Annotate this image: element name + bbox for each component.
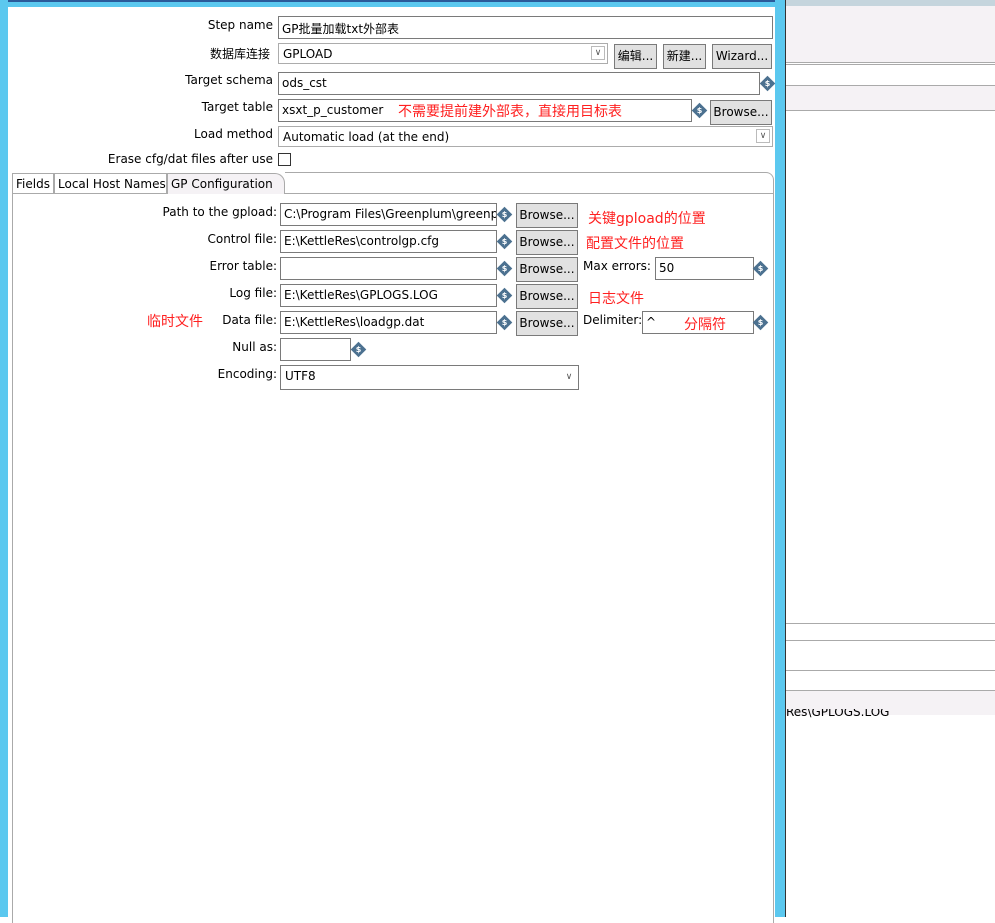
null-as-label: Null as: bbox=[232, 340, 277, 354]
divider bbox=[786, 640, 995, 641]
edit-connection-button[interactable]: 编辑... bbox=[614, 44, 657, 69]
db-connection-label: 数据库连接 bbox=[209, 47, 270, 61]
data-file-input[interactable]: E:\KettleRes\loadgp.dat bbox=[280, 311, 497, 334]
variable-icon: $ bbox=[496, 314, 513, 331]
db-connection-select[interactable]: GPLOAD ∨ bbox=[278, 43, 608, 64]
encoding-select[interactable]: UTF8 ∨ bbox=[280, 365, 579, 390]
annotation-path: 关键gpload的位置 bbox=[588, 211, 706, 227]
encoding-label: Encoding: bbox=[217, 367, 277, 381]
load-method-value: Automatic load (at the end) bbox=[283, 130, 450, 144]
erase-files-checkbox[interactable] bbox=[278, 153, 291, 166]
tab-local-host-names[interactable]: Local Host Names bbox=[54, 173, 167, 193]
browse-table-button[interactable]: Browse... bbox=[710, 100, 772, 125]
divider bbox=[786, 64, 995, 65]
encoding-value: UTF8 bbox=[285, 369, 316, 383]
target-schema-label: Target schema bbox=[185, 73, 273, 87]
target-schema-input[interactable]: ods_cst bbox=[278, 72, 760, 95]
step-name-label: Step name bbox=[207, 18, 273, 32]
divider bbox=[786, 110, 995, 111]
error-table-label: Error table: bbox=[209, 259, 278, 273]
browse-path-button[interactable]: Browse... bbox=[516, 203, 578, 228]
window-frame-right bbox=[775, 0, 785, 917]
variable-icon: $ bbox=[350, 341, 367, 358]
tab-gp-configuration[interactable]: GP Configuration bbox=[167, 173, 285, 194]
null-as-input[interactable] bbox=[280, 338, 351, 361]
variable-icon: $ bbox=[759, 75, 776, 92]
variable-icon: $ bbox=[496, 233, 513, 250]
tab-strip-border bbox=[285, 172, 774, 193]
erase-files-label: Erase cfg/dat files after use bbox=[107, 152, 273, 166]
annotation-delimiter: 分隔符 bbox=[684, 317, 726, 333]
variable-icon: $ bbox=[752, 260, 769, 277]
variable-icon: $ bbox=[752, 314, 769, 331]
variable-icon: $ bbox=[496, 206, 513, 223]
browse-control-button[interactable]: Browse... bbox=[516, 230, 578, 255]
path-label: Path to the gpload: bbox=[162, 205, 277, 219]
variable-icon: $ bbox=[691, 102, 708, 119]
path-input[interactable]: C:\Program Files\Greenplum\greenp bbox=[280, 203, 497, 226]
wizard-button[interactable]: Wizard... bbox=[712, 44, 772, 69]
browse-error-button[interactable]: Browse... bbox=[516, 257, 578, 282]
new-connection-button[interactable]: 新建... bbox=[663, 44, 706, 69]
window-frame-left bbox=[0, 0, 8, 917]
background-area bbox=[786, 6, 995, 62]
chevron-down-icon: ∨ bbox=[565, 372, 573, 382]
browse-log-button[interactable]: Browse... bbox=[516, 284, 578, 309]
variable-icon: $ bbox=[496, 287, 513, 304]
variable-icon: $ bbox=[496, 260, 513, 277]
data-file-label: Data file: bbox=[222, 313, 277, 327]
chevron-down-icon: ∨ bbox=[591, 46, 605, 60]
log-file-input[interactable]: E:\KettleRes\GPLOGS.LOG bbox=[280, 284, 497, 307]
background-row bbox=[786, 86, 995, 110]
window-frame-top bbox=[0, 0, 786, 7]
load-method-label: Load method bbox=[194, 127, 273, 141]
browse-data-button[interactable]: Browse... bbox=[516, 311, 578, 336]
error-table-input[interactable] bbox=[280, 257, 497, 280]
chevron-down-icon: ∨ bbox=[756, 129, 770, 143]
annotation-log: 日志文件 bbox=[588, 291, 644, 307]
log-file-label: Log file: bbox=[229, 286, 277, 300]
divider bbox=[786, 62, 995, 63]
annotation-target-table: 不需要提前建外部表，直接用目标表 bbox=[398, 104, 622, 120]
control-file-input[interactable]: E:\KettleRes\controlgp.cfg bbox=[280, 230, 497, 253]
annotation-control: 配置文件的位置 bbox=[586, 236, 684, 252]
step-name-input[interactable]: GP批量加载txt外部表 bbox=[278, 16, 773, 39]
background-panel bbox=[786, 0, 995, 917]
annotation-data: 临时文件 bbox=[147, 314, 203, 330]
divider bbox=[786, 623, 995, 624]
background-cut-text: Res\GPLOGS.LOG bbox=[786, 709, 890, 719]
max-errors-input[interactable]: 50 bbox=[655, 257, 754, 280]
divider bbox=[786, 670, 995, 671]
target-table-label: Target table bbox=[201, 100, 273, 114]
control-file-label: Control file: bbox=[207, 232, 277, 246]
tab-fields[interactable]: Fields bbox=[12, 173, 54, 193]
delimiter-label: Delimiter: bbox=[583, 313, 643, 327]
load-method-select[interactable]: Automatic load (at the end) ∨ bbox=[278, 126, 773, 147]
db-connection-value: GPLOAD bbox=[283, 47, 333, 61]
max-errors-label: Max errors: bbox=[583, 259, 651, 273]
